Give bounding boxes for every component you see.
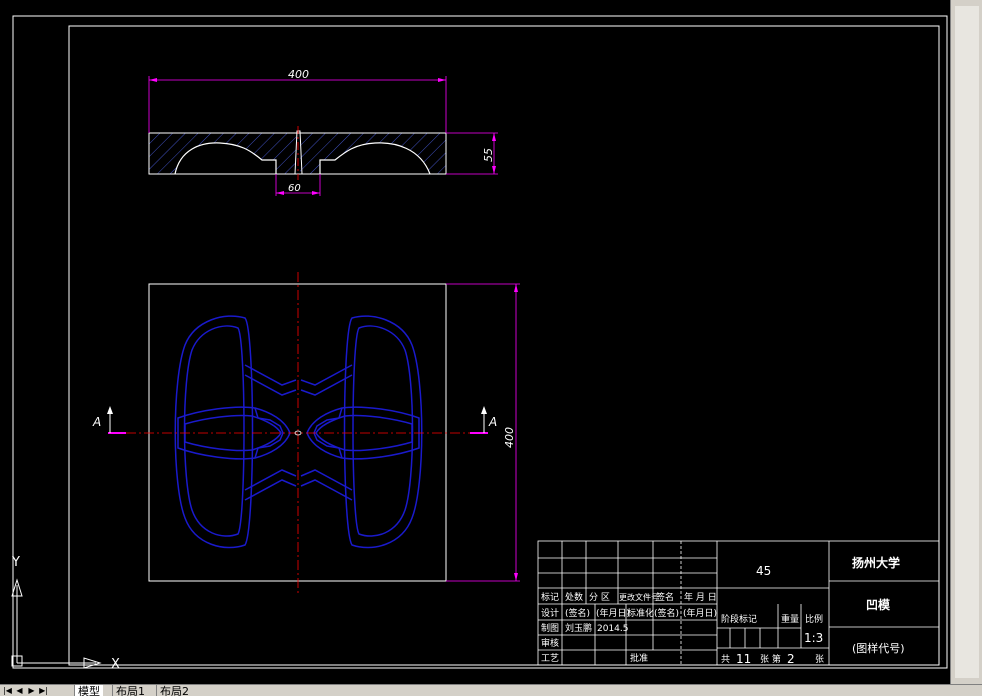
inner-frame <box>68 25 940 666</box>
tb-header-date: 年 月 日 <box>684 591 717 603</box>
tb-drawn-label: 制图 <box>541 622 559 634</box>
dim-height-55: 55 <box>482 148 495 162</box>
section-label-right: A <box>488 415 497 429</box>
tb-design-label: 设计 <box>541 607 559 619</box>
tb-total-sheets: 11 <box>736 652 751 666</box>
tb-standard-sign: (签名) <box>654 607 679 619</box>
ucs-y-label: Y <box>11 555 20 570</box>
tb-header-change: 更改文件号 <box>619 592 659 602</box>
dim-slot-60: 60 <box>288 183 301 194</box>
tb-design-sign: (签名) <box>565 607 590 619</box>
tb-header-count: 处数 <box>565 591 583 603</box>
cavity-left <box>174 315 297 549</box>
tb-scale-label: 比例 <box>805 613 823 625</box>
ucs-x-label: X <box>111 657 120 672</box>
tab-layout2[interactable]: 布局2 <box>156 685 192 696</box>
tb-standard-date: (年月日) <box>683 607 717 619</box>
tb-drawing-code: (图样代号) <box>852 641 905 655</box>
tb-approve-label: 批准 <box>630 652 648 664</box>
tb-weight-label: 重量 <box>781 613 799 625</box>
tb-part-name: 凹模 <box>866 597 891 612</box>
tb-sheet-label: 张 第 <box>760 653 781 665</box>
section-view[interactable]: 400 55 60 <box>148 68 498 196</box>
outer-frame <box>12 15 948 669</box>
tb-header-sign: 签名 <box>656 591 674 603</box>
tab-model[interactable]: 模型 <box>74 685 103 696</box>
tb-design-date: (年月日) <box>596 607 630 619</box>
dim-plan-400: 400 <box>503 427 516 448</box>
tb-sheet-no: 2 <box>787 652 795 666</box>
tb-drawn-name: 刘玉鹏 <box>565 622 592 634</box>
tb-sheet-unit: 张 <box>815 654 824 665</box>
drawing-canvas[interactable]: 400 55 60 A A 400 Y X 标记 处数 分 区 更改文件号 签名… <box>0 0 950 684</box>
ucs-icon: Y X <box>11 555 120 672</box>
title-block-text: 标记 处数 分 区 更改文件号 签名 年 月 日 设计 (签名) (年月日) 标… <box>541 555 905 666</box>
tb-total-label: 共 <box>721 654 730 665</box>
tb-standard-label: 标准化 <box>627 607 654 619</box>
vertical-scrollbar[interactable] <box>950 0 982 684</box>
tb-header-zone: 分 区 <box>589 592 610 603</box>
tb-header-mark: 标记 <box>541 591 559 603</box>
tab-layout1[interactable]: 布局1 <box>112 685 148 696</box>
tb-school: 扬州大学 <box>852 555 900 570</box>
section-hatch <box>149 133 446 174</box>
plan-view[interactable]: A A 400 <box>92 272 520 596</box>
cavity-right <box>300 315 423 549</box>
tb-process-label: 工艺 <box>541 653 559 664</box>
tb-drawn-date: 2014.5 <box>597 624 629 634</box>
tb-stage-label: 阶段标记 <box>721 613 757 625</box>
layout-tab-bar: |◀ ◀ ▶ ▶| 模型 布局1 布局2 <box>0 684 982 696</box>
section-label-left: A <box>92 415 101 429</box>
tb-scale-value: 1:3 <box>804 631 823 645</box>
scrollbar-track[interactable] <box>955 6 979 678</box>
tb-material: 45 <box>756 564 771 578</box>
dim-width-400: 400 <box>288 68 309 81</box>
tb-review-label: 审核 <box>541 637 559 649</box>
